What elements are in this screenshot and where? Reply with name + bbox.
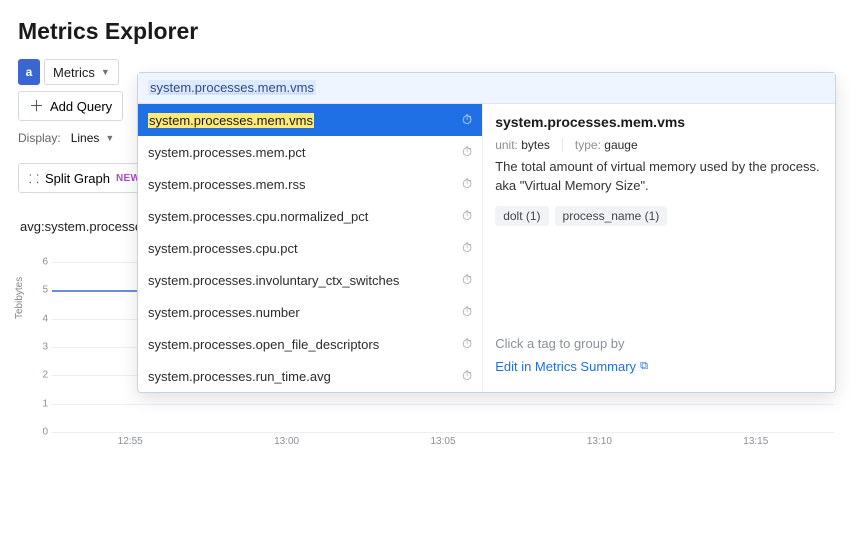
metric-suggestion-label: system.processes.mem.vms (148, 113, 314, 128)
y-tick: 1 (28, 398, 48, 409)
metric-suggestion-label: system.processes.involuntary_ctx_switche… (148, 273, 399, 288)
edit-metrics-summary-link[interactable]: Edit in Metrics Summary ⧉ (495, 359, 648, 374)
metric-suggestion-label: system.processes.number (148, 305, 300, 320)
chevron-down-icon: ▼ (101, 67, 110, 77)
metric-suggestion-item[interactable]: system.processes.run_time.avg ⏱ (138, 360, 482, 392)
metric-suggestion-label: system.processes.cpu.normalized_pct (148, 209, 368, 224)
metric-detail-title: system.processes.mem.vms (495, 114, 823, 130)
metric-description: The total amount of virtual memory used … (495, 158, 823, 196)
metric-suggestion-label: system.processes.cpu.pct (148, 241, 298, 256)
x-axis: 12:55 13:00 13:05 13:10 13:15 (52, 436, 834, 450)
clock-icon: ⏱ (462, 368, 472, 384)
type-value: gauge (604, 138, 637, 152)
metric-suggestion-item[interactable]: system.processes.mem.vms ⏱ (138, 104, 482, 136)
y-tick: 5 (28, 285, 48, 296)
clock-icon: ⏱ (462, 176, 472, 192)
y-tick: 6 (28, 257, 48, 268)
x-tick: 13:05 (430, 436, 455, 447)
display-mode-value: Lines (71, 131, 100, 145)
add-query-label: Add Query (50, 99, 112, 114)
external-link-icon: ⧉ (640, 360, 648, 373)
split-graph-button[interactable]: ⸬ Split Graph NEW (18, 163, 151, 193)
gridline (52, 432, 834, 433)
y-tick: 0 (28, 427, 48, 438)
type-label: type: (575, 138, 601, 152)
page-title: Metrics Explorer (0, 0, 856, 59)
unit-label: unit: (495, 138, 518, 152)
metric-autocomplete-dropdown: system.processes.mem.vms system.processe… (137, 72, 836, 393)
y-axis-label: Tebibytes (14, 277, 25, 319)
metric-suggestion-item[interactable]: system.processes.open_file_descriptors ⏱ (138, 328, 482, 360)
edit-link-label: Edit in Metrics Summary (495, 359, 636, 374)
clock-icon: ⏱ (462, 112, 472, 128)
unit-value: bytes (521, 138, 550, 152)
y-tick: 2 (28, 370, 48, 381)
x-tick: 13:10 (587, 436, 612, 447)
clock-icon: ⏱ (462, 144, 472, 160)
x-tick: 12:55 (118, 436, 143, 447)
metric-search-value: system.processes.mem.vms (148, 80, 316, 95)
metric-suggestion-label: system.processes.mem.pct (148, 145, 306, 160)
add-query-button[interactable]: ＋ Add Query (18, 91, 123, 121)
metric-suggestion-item[interactable]: system.processes.cpu.pct ⏱ (138, 232, 482, 264)
metric-tags: dolt (1) process_name (1) (495, 206, 823, 226)
plus-icon: ＋ (29, 99, 44, 114)
metric-search-input[interactable]: system.processes.mem.vms (138, 73, 835, 104)
metrics-source-label: Metrics (53, 65, 95, 80)
query-letter-badge: a (18, 59, 40, 85)
x-tick: 13:15 (743, 436, 768, 447)
split-graph-icon: ⸬ (29, 170, 39, 187)
gridline (52, 404, 834, 405)
chevron-down-icon: ▼ (105, 133, 114, 143)
metric-suggestion-item[interactable]: system.processes.number ⏱ (138, 296, 482, 328)
group-by-hint: Click a tag to group by (495, 336, 823, 351)
y-tick: 3 (28, 342, 48, 353)
metric-detail-panel: system.processes.mem.vms unit: bytes typ… (483, 104, 835, 392)
clock-icon: ⏱ (462, 336, 472, 352)
split-graph-label: Split Graph (45, 171, 110, 186)
clock-icon: ⏱ (462, 272, 472, 288)
metric-suggestion-item[interactable]: system.processes.involuntary_ctx_switche… (138, 264, 482, 296)
metric-suggestions-list: system.processes.mem.vms⏱system.processe… (138, 104, 483, 392)
metrics-source-dropdown[interactable]: Metrics ▼ (44, 59, 119, 85)
clock-icon: ⏱ (462, 208, 472, 224)
metric-suggestion-label: system.processes.mem.rss (148, 177, 305, 192)
metric-suggestion-item[interactable]: system.processes.mem.pct ⏱ (138, 136, 482, 168)
metric-suggestion-item[interactable]: system.processes.mem.rss ⏱ (138, 168, 482, 200)
metric-suggestion-item[interactable]: system.processes.cpu.normalized_pct ⏱ (138, 200, 482, 232)
metric-suggestion-label: system.processes.run_time.avg (148, 369, 331, 384)
y-tick: 4 (28, 313, 48, 324)
clock-icon: ⏱ (462, 304, 472, 320)
display-label: Display: (18, 131, 61, 145)
display-mode-dropdown[interactable]: Lines ▼ (71, 131, 115, 145)
metric-tag-pill[interactable]: process_name (1) (555, 206, 668, 226)
metric-tag-pill[interactable]: dolt (1) (495, 206, 548, 226)
metric-suggestion-label: system.processes.open_file_descriptors (148, 337, 379, 352)
x-tick: 13:00 (274, 436, 299, 447)
clock-icon: ⏱ (462, 240, 472, 256)
